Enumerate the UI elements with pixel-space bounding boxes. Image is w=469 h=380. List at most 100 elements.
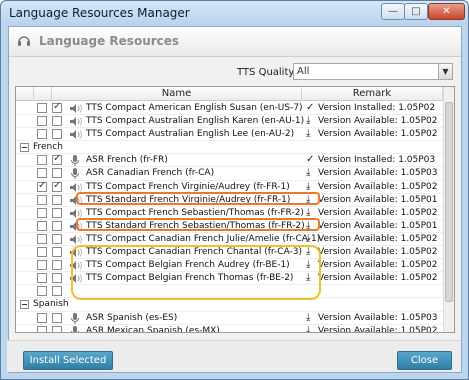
install-checkbox[interactable] (37, 180, 47, 192)
select-checkbox[interactable] (52, 260, 62, 271)
close-button[interactable]: Close (397, 351, 452, 370)
select-checkbox[interactable] (52, 116, 62, 127)
install-checkbox[interactable] (37, 116, 47, 127)
resource-name: TTS Compact French Virginie/Audrey (fr-F… (86, 181, 290, 192)
install-checkbox[interactable] (37, 194, 47, 205)
download-icon[interactable]: ⤓ (306, 181, 316, 193)
table-row[interactable]: TTS Compact American English Susan (en-U… (16, 101, 443, 116)
download-icon[interactable]: ⤓ (306, 167, 316, 179)
app-window: Language Resources Manager — □ ✕ Languag… (0, 0, 469, 380)
collapse-icon[interactable] (20, 143, 29, 153)
select-checkbox[interactable] (52, 153, 62, 166)
download-icon[interactable]: ⤓ (306, 115, 316, 127)
scrollbar-thumb[interactable] (445, 102, 453, 302)
install-checkbox[interactable] (37, 155, 47, 166)
speaker-icon (70, 273, 84, 284)
install-checkbox[interactable] (37, 325, 47, 332)
table-row[interactable]: TTS Compact Belgian French Audrey (fr-BE… (16, 259, 443, 273)
maximize-button[interactable]: □ (404, 3, 428, 20)
group-row[interactable]: Spanish (16, 298, 443, 312)
resource-name: ASR Mexican Spanish (es-MX) (86, 325, 220, 333)
download-icon[interactable]: ⤓ (306, 312, 316, 324)
table-row[interactable]: TTS Compact Australian English Lee (en-A… (16, 128, 443, 142)
select-checkbox[interactable] (52, 194, 62, 205)
install-checkbox[interactable] (37, 129, 47, 140)
select-checkbox[interactable] (52, 312, 62, 323)
select-checkbox[interactable] (52, 168, 62, 179)
download-icon[interactable]: ⤓ (306, 325, 316, 332)
select-checkbox[interactable] (52, 129, 62, 140)
resource-remark: Version Available: 1.05P02 (318, 247, 438, 258)
chevron-down-icon[interactable]: ▼ (438, 64, 452, 79)
select-checkbox[interactable] (52, 273, 62, 284)
group-row[interactable]: French (16, 141, 443, 155)
collapse-icon[interactable] (20, 300, 29, 310)
minimize-button[interactable]: — (381, 3, 405, 20)
install-checkbox[interactable] (37, 103, 47, 113)
table-row[interactable]: TTS Compact Australian English Karen (en… (16, 115, 443, 129)
select-checkbox[interactable] (52, 207, 62, 218)
download-icon[interactable]: ⤓ (306, 233, 316, 245)
resources-grid: Name Remark TTS Compact American English… (15, 86, 455, 333)
installed-check-icon: ✓ (306, 154, 315, 166)
select-checkbox[interactable] (52, 325, 62, 332)
table-row[interactable]: TTS Compact French Sebastien/Thomas (fr-… (16, 207, 443, 220)
select-checkbox[interactable] (52, 101, 62, 113)
download-icon[interactable]: ⤓ (306, 272, 316, 284)
speaker-icon (70, 260, 84, 271)
install-checkbox[interactable] (37, 220, 47, 231)
table-row[interactable]: TTS Compact Canadian French Julie/Amelie… (16, 233, 443, 247)
table-row[interactable]: ASR French (fr-FR) ✓Version Installed: 1.… (16, 153, 443, 168)
download-icon[interactable]: ⤓ (306, 246, 316, 258)
download-icon[interactable]: ⤓ (306, 128, 316, 140)
select-checkbox[interactable] (52, 220, 62, 231)
resource-remark: Version Available: 1.05P02 (318, 233, 438, 244)
resource-remark: Version Available: 1.05P01 (318, 220, 438, 231)
install-checkbox[interactable] (37, 286, 47, 297)
install-checkbox[interactable] (37, 273, 47, 284)
install-selected-button[interactable]: Install Selected (23, 351, 113, 370)
table-row[interactable]: ASR Canadian French (fr-CA) ⤓ Version Avai… (16, 167, 443, 181)
install-checkbox[interactable] (37, 312, 47, 323)
table-row[interactable]: ASR Mexican Spanish (es-MX) ⤓ Version Avai… (16, 325, 443, 333)
install-checkbox[interactable] (37, 168, 47, 179)
table-row[interactable]: TTS Compact Belgian French Thomas (fr-BE… (16, 272, 443, 286)
resource-name: ASR Canadian French (fr-CA) (86, 168, 215, 179)
table-row[interactable]: ASR Spanish (es-ES) ⤓ Version Available: 1… (16, 312, 443, 325)
install-checkbox[interactable] (37, 233, 47, 244)
vertical-scrollbar[interactable] (443, 87, 454, 332)
table-row[interactable] (16, 285, 443, 299)
title-bar[interactable]: Language Resources Manager — □ ✕ (1, 1, 468, 25)
download-icon[interactable]: ⤓ (306, 259, 316, 271)
table-row[interactable]: TTS Compact Canadian French Chantal (fr-… (16, 246, 443, 260)
install-checkbox[interactable] (37, 207, 47, 218)
speaker-icon (70, 129, 84, 140)
download-icon[interactable]: ⤓ (306, 220, 316, 232)
select-checkbox[interactable] (52, 247, 62, 258)
header-name[interactable]: Name (52, 87, 302, 101)
install-checkbox[interactable] (37, 247, 47, 258)
section-header: Language Resources (9, 27, 461, 57)
headset-icon (18, 36, 30, 46)
header-remark[interactable]: Remark (302, 87, 443, 101)
select-checkbox[interactable] (52, 233, 62, 244)
select-checkbox[interactable] (52, 180, 62, 192)
speaker-icon (70, 195, 84, 206)
resource-remark: Version Available: 1.05P02 (318, 181, 438, 192)
table-row[interactable]: TTS Standard French Virginie/Audrey (fr-… (16, 194, 443, 207)
select-checkbox[interactable] (52, 286, 62, 297)
resource-name: TTS Compact Australian English Karen (en… (86, 116, 305, 127)
download-icon[interactable]: ⤓ (306, 207, 316, 219)
tts-quality-dropdown[interactable]: All ▼ (293, 63, 453, 80)
close-window-button[interactable]: ✕ (428, 3, 465, 20)
header-select-column[interactable] (34, 87, 52, 101)
resource-remark: Version Installed: 1.05P02 (318, 103, 436, 113)
header-install-column[interactable] (16, 87, 34, 101)
install-checkbox[interactable] (37, 260, 47, 271)
download-icon[interactable]: ⤓ (306, 194, 316, 206)
table-row[interactable]: TTS Compact French Virginie/Audrey (fr-F… (16, 180, 443, 194)
table-row[interactable]: TTS Standard French Sebastien/Thomas (fr… (16, 220, 443, 233)
group-label: French (33, 142, 63, 153)
window-title: Language Resources Manager (9, 6, 190, 20)
installed-check-icon: ✓ (306, 102, 315, 113)
